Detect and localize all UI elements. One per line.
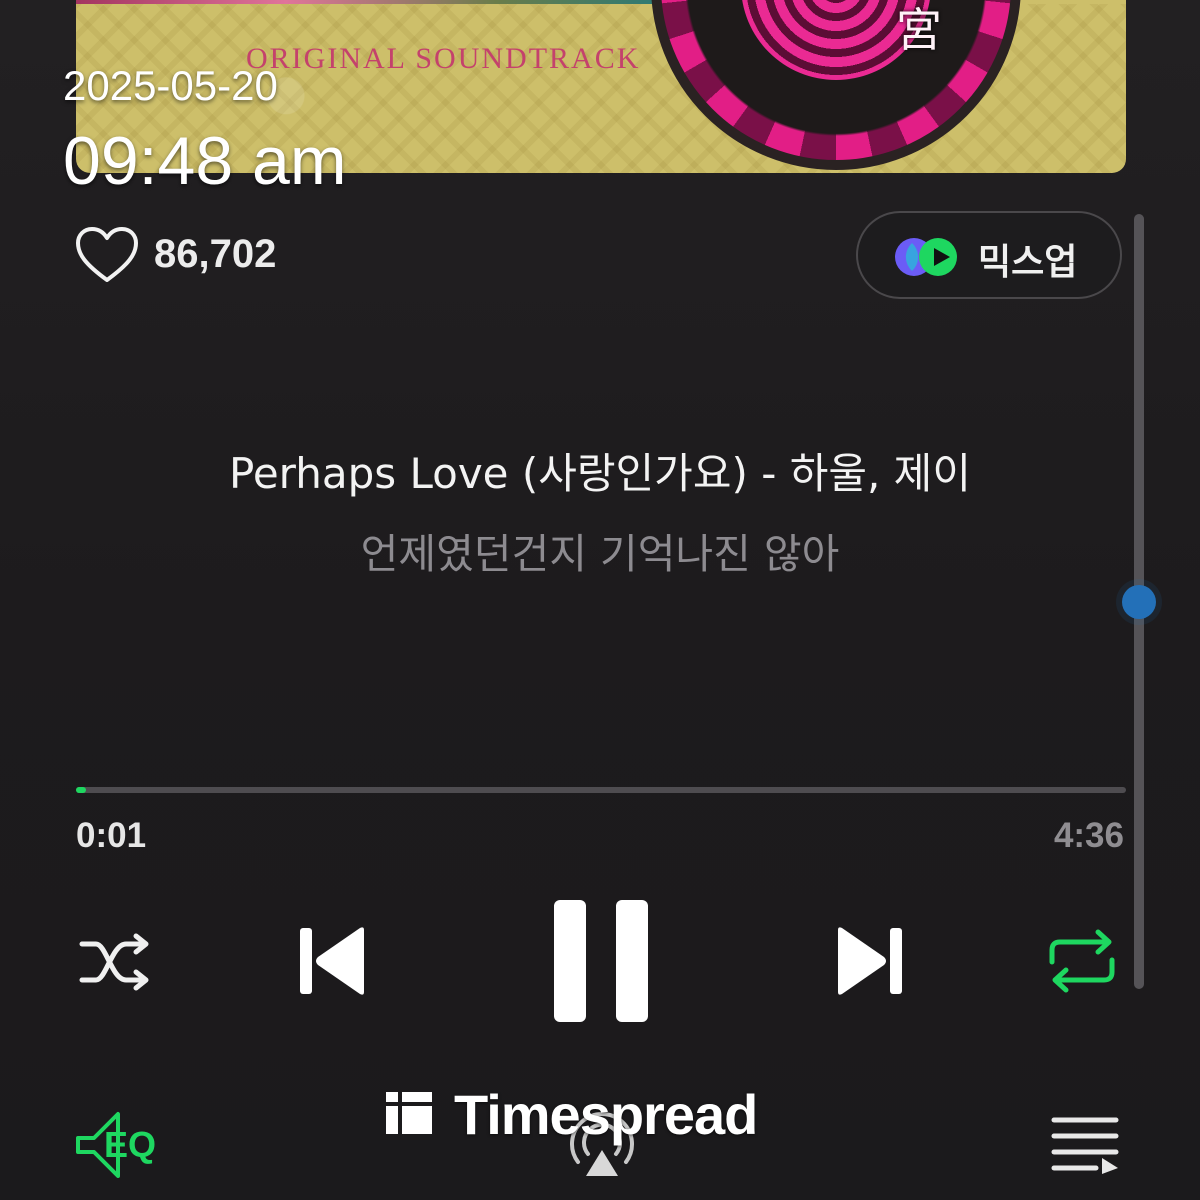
mixup-button[interactable]: 믹스업 <box>856 211 1122 299</box>
heart-icon[interactable] <box>75 226 139 284</box>
progress-fill <box>76 787 86 793</box>
progress-bar[interactable] <box>76 787 1126 793</box>
queue-icon[interactable] <box>1050 1114 1122 1174</box>
shuffle-icon[interactable] <box>78 930 154 994</box>
timestamp-date: 2025-05-20 <box>63 62 278 109</box>
scrollbar-thumb[interactable] <box>1122 585 1156 619</box>
elapsed-time: 0:01 <box>76 816 147 855</box>
album-seal <box>651 0 1021 170</box>
album-caption: ORIGINAL SOUNDTRACK <box>246 42 641 75</box>
skip-previous-icon[interactable] <box>296 922 368 1000</box>
repeat-icon[interactable] <box>1046 928 1118 994</box>
like-count: 86,702 <box>154 232 277 276</box>
mixup-logo-icon <box>895 238 957 276</box>
song-title: Perhaps Love (사랑인가요) - 하울, 제이 <box>229 449 971 498</box>
pause-icon[interactable] <box>552 898 650 1024</box>
watermark-text: Timespread <box>454 1083 758 1146</box>
total-time: 4:36 <box>1053 816 1124 855</box>
timespread-logo-icon <box>386 1092 432 1134</box>
current-lyric[interactable]: 언제였던건지 기억나진 않아 <box>0 520 1200 580</box>
skip-next-icon[interactable] <box>834 922 906 1000</box>
timestamp-time: 09:48 am <box>63 123 347 199</box>
mixup-label: 믹스업 <box>978 242 1078 283</box>
album-hanja: 宮 <box>896 3 942 57</box>
eq-label[interactable]: EQ <box>104 1124 156 1166</box>
